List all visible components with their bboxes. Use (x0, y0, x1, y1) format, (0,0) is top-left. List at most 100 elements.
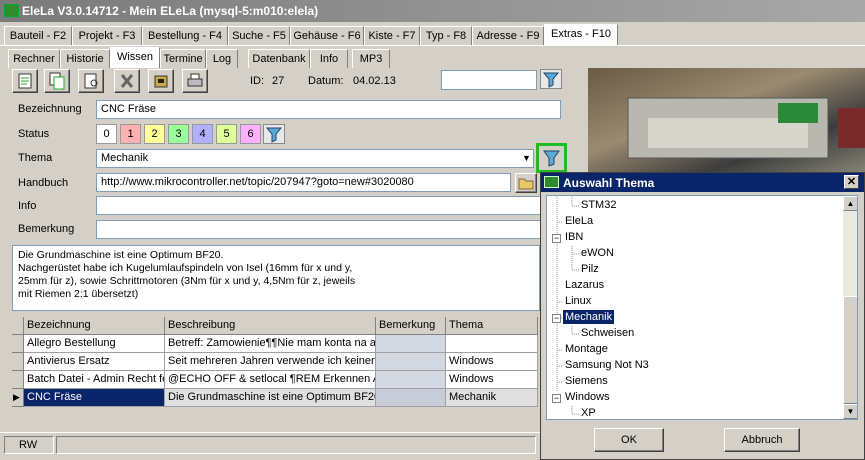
handbuch-input[interactable]: http://www.mikrocontroller.net/topic/207… (96, 173, 511, 192)
cancel-button[interactable]: Abbruch (724, 428, 800, 452)
tree-item[interactable]: Lazarus (565, 279, 604, 291)
scroll-down-icon[interactable]: ▼ (843, 404, 857, 419)
tab-gehaeuse[interactable]: Gehäuse - F6 (290, 26, 364, 45)
copy-icon (49, 72, 65, 90)
tree-item[interactable]: Siemens (565, 375, 608, 387)
handbuch-label: Handbuch (18, 177, 69, 189)
status-6-button[interactable]: 6 (240, 124, 261, 144)
app-icon (4, 4, 19, 17)
close-icon[interactable]: ✕ (844, 175, 859, 189)
row-indicator-header (12, 317, 24, 335)
open-folder-button[interactable] (515, 173, 537, 193)
table-cell[interactable]: Antivierus Ersatz (24, 353, 165, 371)
column-header-thema[interactable]: Thema (446, 317, 538, 335)
date-label: Datum: (308, 75, 344, 87)
tree-item[interactable]: Linux (565, 295, 591, 307)
tree-item-selected[interactable]: Mechanik (563, 310, 615, 324)
tab-projekt[interactable]: Projekt - F3 (72, 26, 142, 45)
tree-item[interactable]: Pilz (581, 263, 599, 275)
memo-textarea[interactable]: Die Grundmaschine ist eine Optimum BF20.… (12, 245, 540, 311)
print-button[interactable] (182, 69, 208, 93)
table-cell-selected[interactable]: CNC Fräse (24, 389, 165, 407)
table-cell[interactable] (446, 335, 538, 353)
status-2-button[interactable]: 2 (144, 124, 165, 144)
column-header-bezeichnung[interactable]: Bezeichnung (24, 317, 165, 335)
memo-line: mit Riemen 2:1 übersetzt) (18, 288, 139, 300)
bemerkung-label: Bemerkung (18, 223, 75, 235)
thema-filter-button[interactable] (536, 143, 567, 173)
thema-select[interactable]: Mechanik (96, 149, 534, 168)
copy-button[interactable] (44, 69, 70, 93)
tab-typ[interactable]: Typ - F8 (420, 26, 472, 45)
current-row-arrow-icon: ▶ (12, 389, 24, 407)
table-cell[interactable]: Windows (446, 353, 538, 371)
search-filter-button[interactable] (540, 69, 562, 89)
bezeichnung-input[interactable]: CNC Fräse (96, 100, 561, 119)
collapse-icon[interactable]: − (552, 234, 561, 243)
table-cell[interactable]: Betreff: Zamowienie¶¶Nie mam konta na al (165, 335, 376, 353)
status-3-button[interactable]: 3 (168, 124, 189, 144)
table-cell[interactable]: Batch Datei - Admin Recht fe (24, 371, 165, 389)
tree-item[interactable]: Montage (565, 343, 608, 355)
archive-button[interactable] (148, 69, 174, 93)
table-cell[interactable]: Die Grundmaschine ist eine Optimum BF20. (165, 389, 376, 407)
status-1-button[interactable]: 1 (120, 124, 141, 144)
tab-bauteil[interactable]: Bauteil - F2 (4, 26, 72, 45)
tree-item[interactable]: EleLa (565, 215, 593, 227)
table-cell[interactable]: Allegro Bestellung (24, 335, 165, 353)
ok-button[interactable]: OK (594, 428, 664, 452)
status-4-button[interactable]: 4 (192, 124, 213, 144)
bemerkung-input[interactable] (96, 220, 541, 239)
table-cell[interactable]: Mechanik (446, 389, 538, 407)
memo-line: Die Grundmaschine ist eine Optimum BF20. (18, 249, 224, 261)
search-input[interactable] (441, 70, 537, 90)
tab-kiste[interactable]: Kiste - F7 (364, 26, 420, 45)
table-cell[interactable] (376, 389, 446, 407)
table-cell[interactable] (376, 353, 446, 371)
tree-item[interactable]: STM32 (581, 199, 616, 211)
new-button[interactable] (12, 69, 38, 93)
tab-suche[interactable]: Suche - F5 (228, 26, 290, 45)
status-filter-button[interactable] (263, 124, 285, 144)
tab-wissen[interactable]: Wissen (110, 47, 160, 68)
info-input[interactable] (96, 196, 541, 215)
tab-divider (0, 45, 865, 46)
thema-tree[interactable]: STM32 EleLa − IBN eWON Pilz Lazarus Linu… (546, 195, 858, 420)
scroll-up-icon[interactable]: ▲ (843, 196, 857, 211)
info-label: Info (18, 200, 37, 212)
column-header-bemerkung[interactable]: Bemerkung (376, 317, 446, 335)
preview-button[interactable] (78, 69, 104, 93)
window-title: EleLa V3.0.14712 - Mein ELeLa (mysql-5:m… (22, 4, 319, 18)
tree-item[interactable]: Schweisen (581, 327, 634, 339)
collapse-icon[interactable]: − (552, 314, 561, 323)
tree-scrollbar[interactable]: ▲ ▼ (843, 196, 857, 419)
dialog-titlebar: Auswahl Thema ✕ (541, 173, 864, 192)
tree-item[interactable]: IBN (565, 231, 583, 243)
memo-line: 25mm für z), sowie Schrittmotoren (3Nm f… (18, 275, 356, 287)
table-cell[interactable]: Seit mehreren Jahren verwende ich keinen (165, 353, 376, 371)
table-cell[interactable] (376, 335, 446, 353)
table-cell[interactable]: @ECHO OFF & setlocal ¶REM Erkennen Ad (165, 371, 376, 389)
chevron-down-icon[interactable]: ▼ (520, 150, 533, 167)
tab-bestellung[interactable]: Bestellung - F4 (142, 26, 228, 45)
status-5-button[interactable]: 5 (216, 124, 237, 144)
status-message (56, 436, 536, 454)
table-cell[interactable]: Windows (446, 371, 538, 389)
table-cell[interactable] (376, 371, 446, 389)
thema-label: Thema (18, 152, 53, 164)
delete-button[interactable] (114, 69, 140, 93)
collapse-icon[interactable]: − (552, 394, 561, 403)
scrollbar-thumb[interactable] (843, 296, 857, 404)
tree-item[interactable]: Windows (565, 391, 610, 403)
magnifier-document-icon (84, 73, 98, 89)
tab-adresse[interactable]: Adresse - F9 (472, 26, 544, 45)
tab-extras[interactable]: Extras - F10 (544, 24, 618, 45)
tree-item[interactable]: eWON (581, 247, 614, 259)
status-0-button[interactable]: 0 (96, 124, 117, 144)
column-header-beschreibung[interactable]: Beschreibung (165, 317, 376, 335)
tree-item[interactable]: Samsung Not N3 (565, 359, 649, 371)
tree-item[interactable]: XP (581, 407, 596, 419)
knowledge-table[interactable]: Bezeichnung Beschreibung Bemerkung Thema… (12, 317, 538, 430)
status-mode: RW (4, 436, 54, 454)
new-document-icon (18, 73, 32, 89)
